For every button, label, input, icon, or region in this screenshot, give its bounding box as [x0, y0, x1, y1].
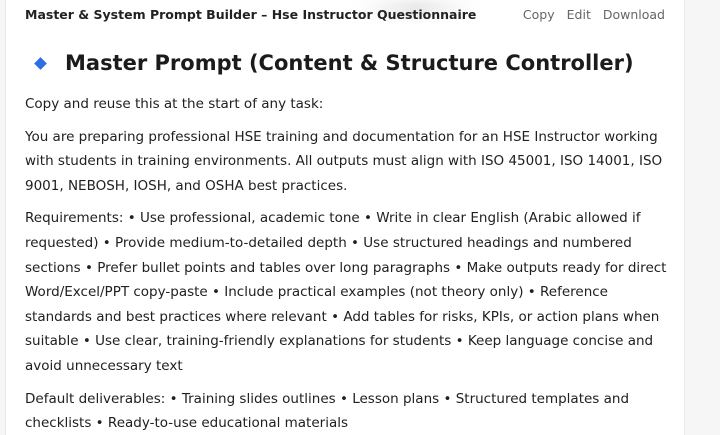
document-header: Master & System Prompt Builder – Hse Ins… — [25, 0, 665, 28]
prompt-content: Copy and reuse this at the start of any … — [25, 92, 673, 435]
document-title: Master & System Prompt Builder – Hse Ins… — [25, 6, 477, 22]
intro-paragraph: Copy and reuse this at the start of any … — [25, 96, 324, 112]
section-title: Master Prompt (Content & Structure Contr… — [65, 51, 634, 75]
blue-diamond-icon — [34, 56, 47, 70]
copy-button[interactable]: Copy — [523, 7, 555, 22]
edit-button[interactable]: Edit — [567, 7, 591, 22]
section-heading: Master Prompt (Content & Structure Contr… — [33, 51, 653, 75]
requirements-paragraph: Requirements: • Use professional, academ… — [25, 210, 667, 374]
deliverables-paragraph: Default deliverables: • Training slides … — [25, 390, 630, 432]
context-paragraph: You are preparing professional HSE train… — [25, 128, 663, 194]
download-button[interactable]: Download — [603, 7, 665, 22]
document-card: Master & System Prompt Builder – Hse Ins… — [5, 0, 685, 435]
page: Master & System Prompt Builder – Hse Ins… — [0, 0, 720, 435]
document-actions: Copy Edit Download — [523, 7, 665, 22]
